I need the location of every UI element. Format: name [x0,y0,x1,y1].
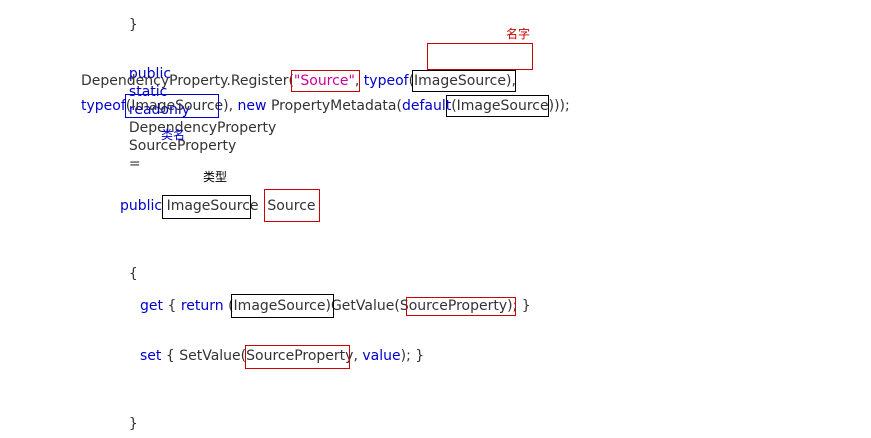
keyword-get: get [140,298,163,314]
opening-brace: { [128,266,138,282]
closing: ); } [400,348,425,364]
get-value-call: GetValue( [330,298,400,314]
closing-brace: } [128,416,138,432]
code-line-9: } [120,397,138,433]
keyword-value: value [362,348,401,364]
closing-brace: } [128,17,138,33]
class-annotation: 类名 [161,128,186,142]
type-annotation: 类型 [203,170,228,184]
keyword-new: new [237,98,267,114]
class-highlight-box [125,94,219,118]
equals-sign: = [128,156,141,172]
name-highlight-box [427,43,533,70]
keyword-typeof: typeof [81,98,126,114]
open-brace: { [167,298,177,314]
name-highlight-box [245,345,350,369]
property-metadata-call: PropertyMetadata( [270,98,402,114]
code-line-1: } [120,0,138,34]
type-highlight-box [162,195,251,219]
keyword-set: set [140,348,162,364]
code-line-6: { [120,247,138,283]
string-highlight-box [291,70,360,92]
keyword-public: public [120,198,163,214]
name-annotation: 名字 [506,27,531,41]
type-highlight-box [231,294,334,318]
closing-parens: )); [554,98,570,114]
keyword-typeof: typeof [363,73,409,89]
keyword-return: return [180,298,224,314]
name-highlight-box [406,297,516,316]
name-highlight-box [264,189,320,222]
set-value-call: { SetValue( [165,348,247,364]
comma: , [228,98,234,114]
type-dependency-property: DependencyProperty [128,120,277,136]
comma: , [353,348,358,364]
type-highlight-box [446,95,549,117]
keyword-default: default [401,98,452,114]
register-call: DependencyProperty.Register( [81,73,294,89]
type-highlight-box [412,70,516,92]
